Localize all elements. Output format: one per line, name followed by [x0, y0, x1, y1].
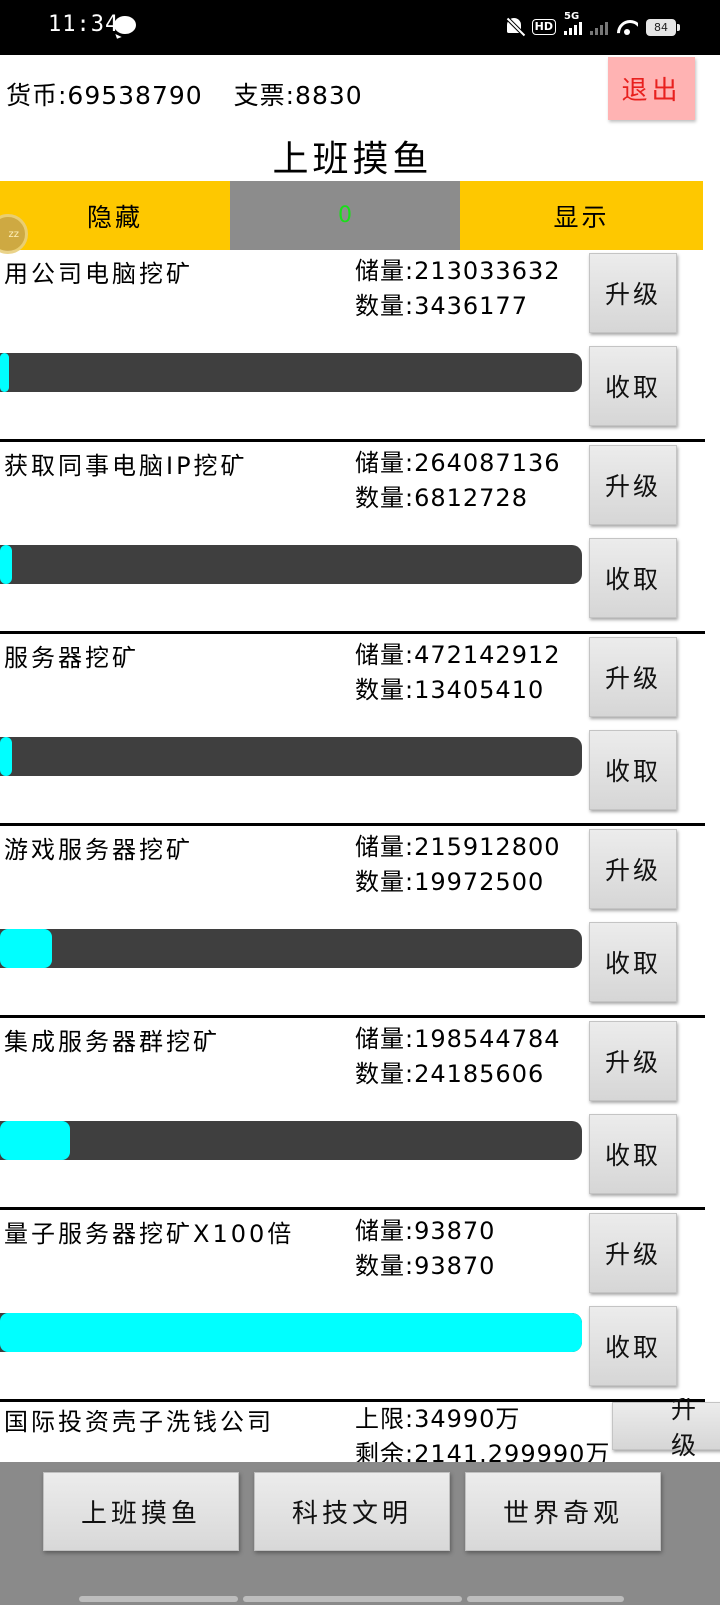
mining-progress-fill — [0, 353, 9, 392]
mining-progress-fill — [0, 929, 53, 968]
mute-bell-icon — [504, 16, 524, 38]
page-title: 上班摸鱼 — [272, 139, 433, 180]
mining-row: 量子服务器挖矿X100倍 储量:93870 数量:93870 升级 收取 — [0, 1210, 705, 1402]
cheque-value: 支票:8830 — [233, 81, 363, 110]
mining-progress-bar — [0, 353, 582, 392]
company-stats: 上限:34990万 剩余:2141.299990万 — [355, 1402, 610, 1462]
show-button[interactable]: 显示 — [460, 181, 703, 250]
mining-storage: 储量:215912800 — [355, 833, 561, 861]
status-time: 11:34 — [48, 12, 120, 37]
mining-storage: 储量:198544784 — [355, 1025, 561, 1053]
mining-count: 数量:93870 — [355, 1252, 496, 1280]
nav-tab-slacking[interactable]: 上班摸鱼 — [43, 1472, 239, 1551]
upgrade-button[interactable]: 升级 — [589, 445, 677, 525]
mining-count: 数量:3436177 — [355, 292, 528, 320]
collect-button[interactable]: 收取 — [589, 730, 677, 810]
counter-display: 0 — [230, 181, 460, 250]
nav-scroll-indicator — [467, 1596, 624, 1602]
company-name: 国际投资壳子洗钱公司 — [4, 1408, 274, 1436]
mining-progress-bar — [0, 929, 582, 968]
mining-stats: 储量:213033632 数量:3436177 — [355, 254, 561, 324]
mining-row: 获取同事电脑IP挖矿 储量:264087136 数量:6812728 升级 收取 — [0, 442, 705, 634]
upgrade-button[interactable]: 升级 — [589, 253, 677, 333]
mining-name: 用公司电脑挖矿 — [4, 260, 193, 288]
wifi-icon — [616, 18, 638, 36]
mining-name: 服务器挖矿 — [4, 644, 139, 672]
mining-row: 用公司电脑挖矿 储量:213033632 数量:3436177 升级 收取 — [0, 250, 705, 442]
company-upgrade-button[interactable]: 升级 — [612, 1398, 720, 1460]
status-bar: 11:34 HD 5G 84 — [0, 0, 720, 55]
company-limit: 上限:34990万 — [355, 1405, 521, 1433]
currency-value: 货币:69538790 — [6, 81, 203, 110]
mining-progress-bar — [0, 1313, 582, 1352]
nav-tab-technology[interactable]: 科技文明 — [254, 1472, 450, 1551]
hide-button[interactable]: 隐藏 — [0, 181, 230, 250]
collect-button[interactable]: 收取 — [589, 922, 677, 1002]
mining-storage: 储量:213033632 — [355, 257, 561, 285]
collect-button[interactable]: 收取 — [589, 538, 677, 618]
mining-count: 数量:6812728 — [355, 484, 528, 512]
mining-row: 服务器挖矿 储量:472142912 数量:13405410 升级 收取 — [0, 634, 705, 826]
toolbar: 隐藏 0 显示 — [0, 181, 703, 250]
mining-count: 数量:24185606 — [355, 1060, 545, 1088]
collect-button[interactable]: 收取 — [589, 346, 677, 426]
collect-button[interactable]: 收取 — [589, 1306, 677, 1386]
mining-progress-bar — [0, 1121, 582, 1160]
mining-row: 游戏服务器挖矿 储量:215912800 数量:19972500 升级 收取 — [0, 826, 705, 1018]
mining-name: 游戏服务器挖矿 — [4, 836, 193, 864]
mining-progress-fill — [0, 1313, 582, 1352]
upgrade-button[interactable]: 升级 — [589, 829, 677, 909]
bottom-nav: 上班摸鱼 科技文明 世界奇观 — [0, 1462, 720, 1605]
mining-stats: 储量:264087136 数量:6812728 — [355, 446, 561, 516]
mining-stats: 储量:472142912 数量:13405410 — [355, 638, 561, 708]
company-remaining: 剩余:2141.299990万 — [355, 1440, 611, 1462]
mining-row: 集成服务器群挖矿 储量:198544784 数量:24185606 升级 收取 — [0, 1018, 705, 1210]
mining-storage: 储量:93870 — [355, 1217, 496, 1245]
mining-count: 数量:13405410 — [355, 676, 545, 704]
battery-icon: 84 — [646, 18, 680, 36]
exit-button[interactable]: 退出 — [608, 57, 695, 120]
chat-notification-icon — [114, 16, 136, 34]
upgrade-button[interactable]: 升级 — [589, 1213, 677, 1293]
hd-icon: HD — [531, 19, 556, 35]
mining-name: 集成服务器群挖矿 — [4, 1028, 220, 1056]
signal-secondary-icon — [590, 19, 608, 35]
mining-name: 量子服务器挖矿X100倍 — [4, 1220, 295, 1248]
mining-progress-bar — [0, 737, 582, 776]
mining-stats: 储量:198544784 数量:24185606 — [355, 1022, 561, 1092]
collect-button[interactable]: 收取 — [589, 1114, 677, 1194]
currency-display: 货币:69538790 支票:8830 — [6, 76, 363, 112]
mining-storage: 储量:472142912 — [355, 641, 561, 669]
status-icons: HD 5G 84 — [504, 11, 680, 40]
mining-progress-fill — [0, 1121, 70, 1160]
mining-progress-fill — [0, 545, 12, 584]
mining-progress-fill — [0, 737, 12, 776]
mining-count: 数量:19972500 — [355, 868, 545, 896]
signal-5g-icon: 5G — [564, 11, 582, 35]
mining-progress-bar — [0, 545, 582, 584]
upgrade-button[interactable]: 升级 — [589, 1021, 677, 1101]
nav-scroll-indicator — [243, 1596, 462, 1602]
nav-tab-wonders[interactable]: 世界奇观 — [465, 1472, 661, 1551]
upgrade-button[interactable]: 升级 — [589, 637, 677, 717]
mining-name: 获取同事电脑IP挖矿 — [4, 452, 248, 480]
mining-stats: 储量:215912800 数量:19972500 — [355, 830, 561, 900]
nav-scroll-indicator — [79, 1596, 238, 1602]
mining-stats: 储量:93870 数量:93870 — [355, 1214, 495, 1284]
company-row: 国际投资壳子洗钱公司 上限:34990万 剩余:2141.299990万 升级 — [0, 1398, 720, 1462]
mining-storage: 储量:264087136 — [355, 449, 561, 477]
